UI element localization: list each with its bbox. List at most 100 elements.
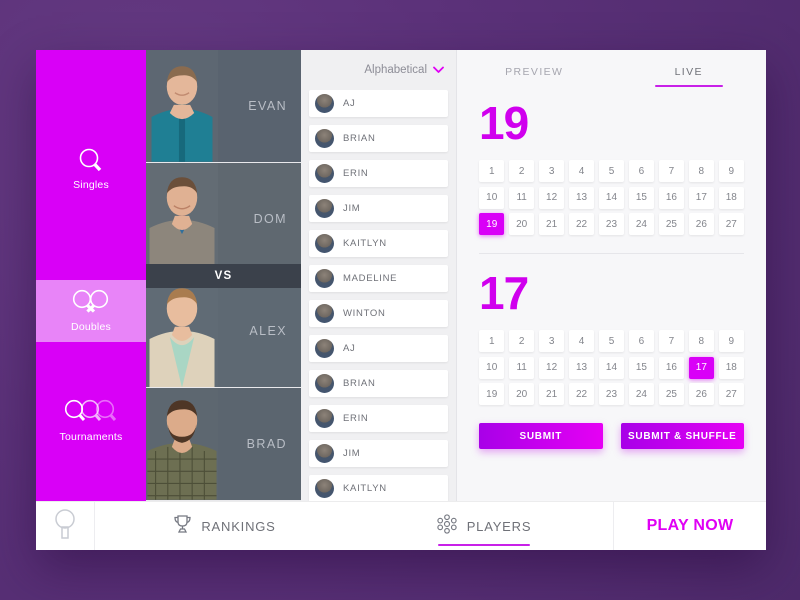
sidebar-item-tournaments[interactable]: Tournaments xyxy=(36,390,146,452)
list-item[interactable]: ERIN xyxy=(309,405,448,432)
play-now-button[interactable]: PLAY NOW xyxy=(613,502,766,550)
list-item[interactable]: MADELINE xyxy=(309,265,448,292)
score-number-cell[interactable]: 14 xyxy=(598,186,625,209)
matchup-player-cell[interactable]: EVAN xyxy=(146,50,301,163)
score-number-cell[interactable]: 17 xyxy=(688,186,715,209)
score-number-cell[interactable]: 20 xyxy=(508,213,535,235)
score-number-cell[interactable]: 19 xyxy=(479,383,505,405)
score-number-cell[interactable]: 18 xyxy=(718,356,744,379)
score-number-grid[interactable]: 1 2 3 4 5 6 7 8 9 10 11 12 13 14 15 16 17 18 19 20 21 22 23 24 2… xyxy=(479,160,744,235)
app-logo[interactable] xyxy=(36,502,95,550)
submit-button[interactable]: SUBMIT xyxy=(479,423,603,449)
list-item[interactable]: JIM xyxy=(309,440,448,467)
score-number-cell[interactable]: 9 xyxy=(718,160,744,182)
avatar xyxy=(315,444,334,463)
score-number-cell[interactable]: 14 xyxy=(598,356,625,379)
score-number-cell[interactable]: 6 xyxy=(628,160,655,182)
score-actions: SUBMIT SUBMIT & SHUFFLE xyxy=(457,405,766,449)
score-tabs: PREVIEW LIVE xyxy=(457,50,766,94)
list-item[interactable]: WINTON xyxy=(309,300,448,327)
matchup-player-cell[interactable]: ALEX xyxy=(146,275,301,389)
score-number-cell[interactable]: 23 xyxy=(598,383,625,405)
score-number-cell[interactable]: 12 xyxy=(538,186,565,209)
score-number-cell[interactable]: 15 xyxy=(628,186,655,209)
score-number-cell[interactable]: 22 xyxy=(568,213,595,235)
score-number-cell[interactable]: 1 xyxy=(479,330,505,352)
roster-name: ERIN xyxy=(343,413,369,424)
score-number-cell[interactable]: 11 xyxy=(508,356,535,379)
matchup-player-cell[interactable]: BRAD xyxy=(146,388,301,501)
tab-live[interactable]: LIVE xyxy=(612,50,767,94)
list-item[interactable]: JIM xyxy=(309,195,448,222)
score-number-cell[interactable]: 22 xyxy=(568,383,595,405)
score-number-cell[interactable]: 2 xyxy=(508,160,535,182)
score-number-cell[interactable]: 19 xyxy=(479,213,505,235)
player-name: DOM xyxy=(253,211,287,226)
list-item[interactable]: AJ xyxy=(309,90,448,117)
score-number-cell[interactable]: 7 xyxy=(658,160,685,182)
score-number-cell[interactable]: 18 xyxy=(718,186,744,209)
submit-and-shuffle-button[interactable]: SUBMIT & SHUFFLE xyxy=(620,423,744,449)
score-number-cell[interactable]: 3 xyxy=(538,330,565,352)
score-number-cell[interactable]: 24 xyxy=(628,213,655,235)
score-number-cell[interactable]: 8 xyxy=(688,160,715,182)
roster-name: BRIAN xyxy=(343,378,376,389)
score-number-cell[interactable]: 13 xyxy=(568,356,595,379)
score-number-cell[interactable]: 26 xyxy=(688,383,715,405)
score-number-cell[interactable]: 16 xyxy=(658,186,685,209)
score-number-cell[interactable]: 10 xyxy=(479,186,505,209)
roster-name: WINTON xyxy=(343,308,386,319)
score-number-cell[interactable]: 8 xyxy=(688,330,715,352)
trophy-icon xyxy=(173,514,192,539)
screen: Singles Doubles Tournaments EVAN DOM ALE… xyxy=(0,0,800,600)
score-number-cell[interactable]: 27 xyxy=(718,213,744,235)
score-number-cell[interactable]: 7 xyxy=(658,330,685,352)
score-number-cell[interactable]: 21 xyxy=(538,213,565,235)
score-number-cell[interactable]: 4 xyxy=(568,330,595,352)
score-number-cell[interactable]: 21 xyxy=(538,383,565,405)
list-item[interactable]: AJ xyxy=(309,335,448,362)
player-name: EVAN xyxy=(248,98,287,113)
score-number-cell[interactable]: 4 xyxy=(568,160,595,182)
score-number-cell[interactable]: 5 xyxy=(598,160,625,182)
score-number-cell[interactable]: 2 xyxy=(508,330,535,352)
score-number-cell[interactable]: 26 xyxy=(688,213,715,235)
list-item[interactable]: KAITLYN xyxy=(309,230,448,257)
roster-list[interactable]: AJ BRIAN ERIN JIM KAITLYN MADELINE WINTO… xyxy=(301,90,456,501)
list-item[interactable]: ERIN xyxy=(309,160,448,187)
sidebar-item-singles[interactable]: Singles xyxy=(36,138,146,200)
list-item[interactable]: KAITLYN xyxy=(309,475,448,501)
list-item[interactable]: BRIAN xyxy=(309,125,448,152)
app-window: Singles Doubles Tournaments EVAN DOM ALE… xyxy=(36,50,766,550)
score-number-cell[interactable]: 5 xyxy=(598,330,625,352)
tab-preview[interactable]: PREVIEW xyxy=(457,50,612,94)
score-number-cell[interactable]: 3 xyxy=(538,160,565,182)
score-number-cell[interactable]: 9 xyxy=(718,330,744,352)
score-number-cell[interactable]: 17 xyxy=(688,356,715,379)
bottom-tab-players[interactable]: PLAYERS xyxy=(354,502,613,550)
score-number-cell[interactable]: 23 xyxy=(598,213,625,235)
people-cluster-icon xyxy=(436,513,458,539)
sidebar-item-doubles[interactable]: Doubles xyxy=(36,280,146,342)
score-number-cell[interactable]: 24 xyxy=(628,383,655,405)
bottom-tab-rankings[interactable]: RANKINGS xyxy=(95,502,354,550)
score-number-cell[interactable]: 15 xyxy=(628,356,655,379)
score-number-cell[interactable]: 25 xyxy=(658,383,685,405)
roster-sort-dropdown[interactable]: Alphabetical xyxy=(301,50,456,90)
score-number-cell[interactable]: 11 xyxy=(508,186,535,209)
score-number-cell[interactable]: 13 xyxy=(568,186,595,209)
score-number-cell[interactable]: 27 xyxy=(718,383,744,405)
matchup-player-cell[interactable]: DOM xyxy=(146,162,301,276)
score-number-cell[interactable]: 1 xyxy=(479,160,505,182)
score-number-cell[interactable]: 16 xyxy=(658,356,685,379)
roster-name: AJ xyxy=(343,343,356,354)
list-item[interactable]: BRIAN xyxy=(309,370,448,397)
score-number-cell[interactable]: 20 xyxy=(508,383,535,405)
score-number-cell[interactable]: 12 xyxy=(538,356,565,379)
active-tab-indicator xyxy=(437,543,530,546)
score-number-grid[interactable]: 1 2 3 4 5 6 7 8 9 10 11 12 13 14 15 16 17 18 19 20 21 22 23 24 2… xyxy=(479,330,744,405)
score-number-cell[interactable]: 10 xyxy=(479,356,505,379)
score-number-cell[interactable]: 6 xyxy=(628,330,655,352)
player-photo xyxy=(146,275,218,388)
score-number-cell[interactable]: 25 xyxy=(658,213,685,235)
